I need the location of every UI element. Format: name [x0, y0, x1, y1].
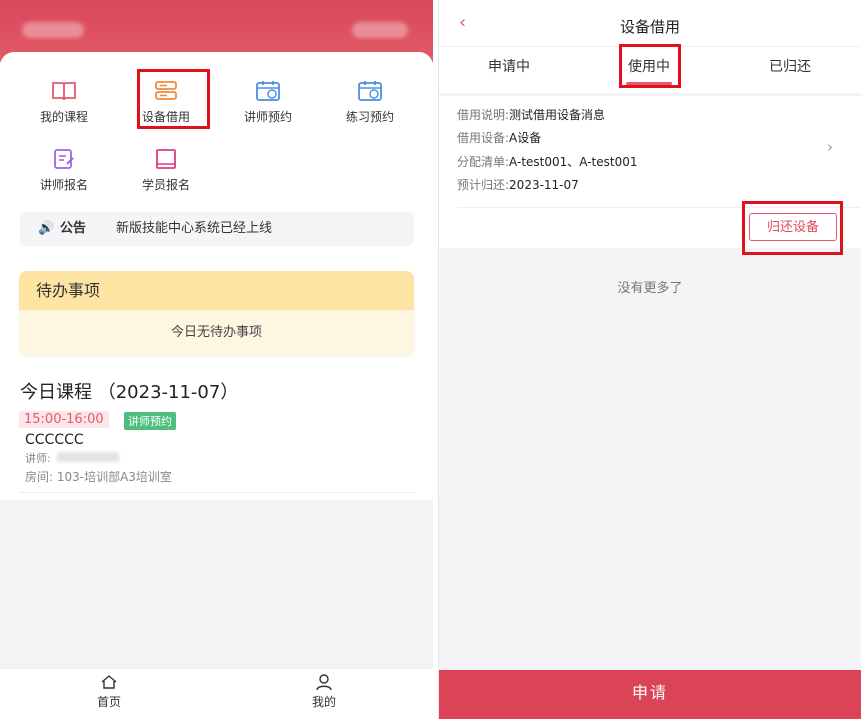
- page-title: 设备借用: [619, 18, 680, 36]
- tab-applying[interactable]: 申请中: [439, 47, 579, 93]
- grid-practice-booking[interactable]: 练习预约: [330, 80, 410, 125]
- book-icon: [51, 80, 77, 102]
- desc-row: 借用说明:测试借用设备消息: [457, 106, 605, 123]
- todo-empty-text: 今日无待办事项: [170, 325, 262, 340]
- speaker-icon: 🔊: [38, 221, 55, 236]
- grid-teacher-signup[interactable]: 讲师报名: [24, 148, 104, 193]
- today-title: 今日课程 （2023-11-07）: [20, 382, 239, 403]
- user-icon: [294, 673, 354, 693]
- desc-value: 测试借用设备消息: [509, 108, 606, 122]
- todo-title: 待办事项: [19, 271, 414, 310]
- calendar-icon: [255, 80, 281, 102]
- notebook-icon: [153, 148, 179, 170]
- return-date-row: 预计归还:2023-11-07: [457, 176, 579, 193]
- list-label: 分配清单:: [457, 155, 510, 169]
- todo-card: 待办事项 今日无待办事项: [19, 271, 414, 355]
- tab-mine[interactable]: 我的: [294, 673, 354, 710]
- edit-doc-icon: [51, 148, 77, 170]
- return-value: 2023-11-07: [509, 178, 579, 192]
- no-more-text: 没有更多了: [617, 281, 683, 296]
- teacher-label: 讲师:: [25, 452, 51, 465]
- grid-label: 讲师预约: [243, 110, 292, 124]
- list-value: A-test001、A-test001: [509, 155, 638, 169]
- calendar-clock-icon: [357, 80, 383, 102]
- announcement-bar[interactable]: 🔊 公告 新版技能中心系统已经上线: [20, 212, 414, 246]
- device-borrow-screen: ‹ 设备借用 申请中 使用中 已归还 借用说明:测试借用设备消息 借用设备:A设…: [438, 0, 861, 719]
- desc-label: 借用说明:: [457, 108, 510, 122]
- highlight-box: [742, 201, 843, 255]
- home-screen: 我的课程 设备借用 讲师预约 练习预约 讲师报名 学员报名 🔊 公告 新版技能中…: [0, 0, 433, 719]
- chevron-right-icon: ›: [827, 138, 833, 156]
- home-icon: [79, 673, 139, 693]
- apply-button[interactable]: 申请: [439, 670, 861, 719]
- announcement-tag: 公告: [60, 221, 87, 236]
- blurred-title: [22, 22, 84, 38]
- grid-label: 学员报名: [141, 178, 190, 192]
- time-tag: 15:00-16:00: [19, 411, 109, 428]
- room-text: 房间: 103-培训部A3培训室: [25, 470, 172, 484]
- status-badge: 讲师预约: [124, 412, 176, 430]
- tab-returned[interactable]: 已归还: [719, 47, 861, 93]
- device-label: 借用设备:: [457, 131, 510, 145]
- tab-label: 首页: [96, 695, 121, 709]
- course-item[interactable]: 15:00-16:00 讲师预约 CCCCCC 讲师: 房间: 103-培训部A…: [19, 408, 414, 493]
- tab-label: 我的: [311, 695, 336, 709]
- nav-bar: ‹ 设备借用: [439, 0, 861, 46]
- announcement-text: 新版技能中心系统已经上线: [116, 221, 273, 236]
- teacher-blurred: [57, 452, 119, 462]
- grid-my-courses[interactable]: 我的课程: [24, 80, 104, 125]
- blurred-user: [352, 22, 408, 38]
- bottom-tabbar: 首页 我的: [0, 668, 433, 719]
- grid-label: 我的课程: [39, 110, 88, 124]
- grid-student-signup[interactable]: 学员报名: [126, 148, 206, 193]
- grid-teacher-booking[interactable]: 讲师预约: [228, 80, 308, 125]
- highlight-box: [137, 69, 210, 129]
- list-row: 分配清单:A-test001、A-test001: [457, 153, 638, 170]
- course-name: CCCCCC: [25, 432, 84, 448]
- grid-label: 讲师报名: [39, 178, 88, 192]
- device-value: A设备: [509, 131, 542, 145]
- device-row: 借用设备:A设备: [457, 129, 541, 146]
- return-label: 预计归还:: [457, 178, 510, 192]
- grid-label: 练习预约: [345, 110, 394, 124]
- tab-home[interactable]: 首页: [79, 673, 139, 710]
- highlight-box: [619, 44, 681, 88]
